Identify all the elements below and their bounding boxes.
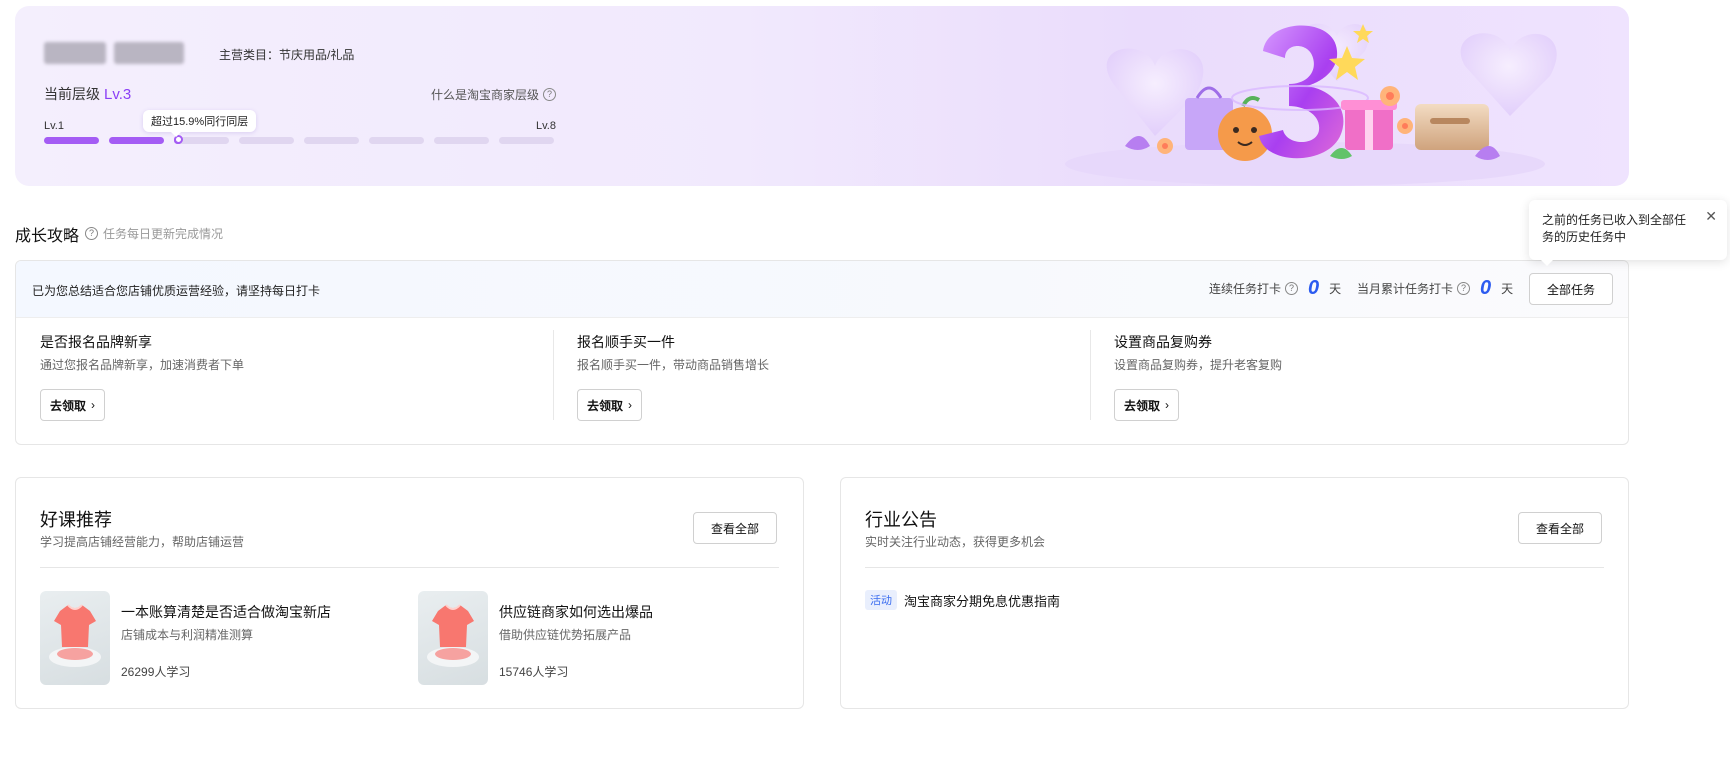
day-unit: 天 [1329, 282, 1342, 296]
level-banner: 主营类目：节庆用品/礼品 当前层级 Lv.3 什么是淘宝商家层级 ? Lv.1 L… [15, 6, 1629, 186]
month-label: 当月累计任务打卡 [1357, 282, 1454, 296]
view-all-notices-button[interactable]: 查看全部 [1518, 512, 1602, 544]
what-is-level-text: 什么是淘宝商家层级 [431, 88, 540, 102]
popup-text: 之前的任务已收入到全部任务的历史任务中 [1542, 213, 1687, 244]
course-item[interactable]: 供应链商家如何选出爆品 借助供应链优势拓展产品 15746人学习 [418, 591, 778, 686]
current-level: 当前层级 Lv.3 [44, 84, 131, 104]
course-thumbnail [418, 591, 488, 685]
history-tasks-popup: 之前的任务已收入到全部任务的历史任务中 ✕ [1529, 200, 1727, 266]
course-thumbnail [40, 591, 110, 685]
progress-segment [239, 137, 294, 144]
chevron-right-icon: › [628, 398, 633, 412]
all-tasks-button[interactable]: 全部任务 [1529, 273, 1613, 305]
question-icon: ? [543, 88, 557, 101]
divider [40, 567, 779, 568]
day-unit: 天 [1501, 282, 1514, 296]
monthly-counter: 当月累计任务打卡 ? 0 天 [1357, 277, 1513, 300]
progress-segment [434, 137, 489, 144]
learner-count: 15746人学习 [499, 665, 569, 679]
notice-tag: 活动 [865, 590, 897, 610]
claim-button[interactable]: 去领取 › [40, 389, 106, 421]
claim-button-label: 去领取 [587, 398, 624, 413]
current-level-label: 当前层级 [44, 86, 100, 102]
notice-item[interactable]: 活动 淘宝商家分期免息优惠指南 [865, 590, 1060, 610]
progress-segment [109, 137, 164, 144]
progress-segment [44, 137, 99, 144]
task-card-header: 已为您总结适合您店铺优质运营经验，请坚持每日打卡 连续任务打卡 ? 0 天 当月… [16, 261, 1628, 318]
task-card-intro: 已为您总结适合您店铺优质运营经验，请坚持每日打卡 [32, 284, 321, 298]
task-item: 报名顺手买一件 报名顺手买一件，带动商品销售增长 去领取 › [553, 318, 1090, 444]
month-value: 0 [1480, 277, 1492, 299]
task-desc: 设置商品复购券，提升老客复购 [1114, 358, 1283, 372]
growth-section-title: 成长攻略 [15, 228, 80, 245]
level-progress-bar [44, 135, 554, 144]
task-desc: 通过您报名品牌新享，加速消费者下单 [40, 358, 245, 372]
task-item: 是否报名品牌新享 通过您报名品牌新享，加速消费者下单 去领取 › [16, 318, 553, 444]
task-title: 设置商品复购券 [1114, 334, 1212, 350]
close-icon[interactable]: ✕ [1705, 208, 1717, 225]
card-title: 行业公告 [865, 510, 937, 530]
tshirt-icon [427, 604, 479, 667]
streak-label: 连续任务打卡 [1209, 282, 1282, 296]
progress-segment [304, 137, 359, 144]
level-max-label: Lv.8 [536, 120, 556, 132]
course-title: 一本账算清楚是否适合做淘宝新店 [121, 604, 331, 620]
learner-count: 26299人学习 [121, 665, 191, 679]
task-title: 是否报名品牌新享 [40, 334, 152, 350]
question-icon[interactable]: ? [1285, 282, 1299, 295]
course-item[interactable]: 一本账算清楚是否适合做淘宝新店 店铺成本与利润精准测算 26299人学习 [40, 591, 400, 686]
card-subtitle: 实时关注行业动态，获得更多机会 [865, 535, 1046, 549]
chevron-right-icon: › [91, 398, 96, 412]
what-is-level-link[interactable]: 什么是淘宝商家层级 ? [431, 86, 557, 103]
notice-title: 淘宝商家分期免息优惠指南 [904, 593, 1061, 609]
progress-segment-current [174, 135, 229, 144]
industry-notice-card: 行业公告 实时关注行业动态，获得更多机会 查看全部 活动 淘宝商家分期免息优惠指… [840, 477, 1629, 709]
progress-segment [499, 137, 554, 144]
task-list: 是否报名品牌新享 通过您报名品牌新享，加速消费者下单 去领取 › 报名顺手买一件… [16, 318, 1628, 444]
course-title: 供应链商家如何选出爆品 [499, 604, 653, 620]
task-item: 设置商品复购券 设置商品复购券，提升老客复购 去领取 › [1090, 318, 1627, 444]
question-icon[interactable]: ? [1457, 282, 1471, 295]
claim-button-label: 去领取 [1124, 398, 1161, 413]
question-icon[interactable]: ? [85, 227, 98, 240]
card-title: 好课推荐 [40, 510, 112, 530]
current-level-value: Lv.3 [104, 86, 132, 103]
course-recommend-card: 好课推荐 学习提高店铺经营能力，帮助店铺运营 查看全部 一本账算清楚是否适合做淘… [15, 477, 804, 709]
exceed-peers-tooltip: 超过15.9%同行同层 [143, 110, 257, 137]
growth-subtitle-text: 任务每日更新完成情况 [103, 227, 224, 241]
level-3-illustration [1065, 23, 1557, 186]
streak-counter: 连续任务打卡 ? 0 天 [1209, 277, 1341, 300]
task-desc: 报名顺手买一件，带动商品销售增长 [577, 358, 770, 372]
chevron-right-icon: › [1165, 398, 1170, 412]
progress-segment [369, 137, 424, 144]
level-min-label: Lv.1 [44, 120, 64, 132]
main-category: 主营类目：节庆用品/礼品 [219, 48, 355, 62]
course-desc: 借助供应链优势拓展产品 [499, 628, 632, 642]
claim-button[interactable]: 去领取 › [1114, 389, 1180, 421]
streak-value: 0 [1308, 277, 1320, 299]
shop-name-blurred [44, 42, 184, 64]
growth-subtitle: ? 任务每日更新完成情况 [85, 225, 223, 242]
course-desc: 店铺成本与利润精准测算 [121, 628, 254, 642]
card-subtitle: 学习提高店铺经营能力，帮助店铺运营 [40, 535, 245, 549]
divider [865, 567, 1604, 568]
tshirt-icon [49, 604, 101, 667]
claim-button[interactable]: 去领取 › [577, 389, 643, 421]
view-all-courses-button[interactable]: 查看全部 [693, 512, 777, 544]
daily-task-card: 已为您总结适合您店铺优质运营经验，请坚持每日打卡 连续任务打卡 ? 0 天 当月… [15, 260, 1629, 445]
task-title: 报名顺手买一件 [577, 334, 675, 350]
claim-button-label: 去领取 [50, 398, 87, 413]
